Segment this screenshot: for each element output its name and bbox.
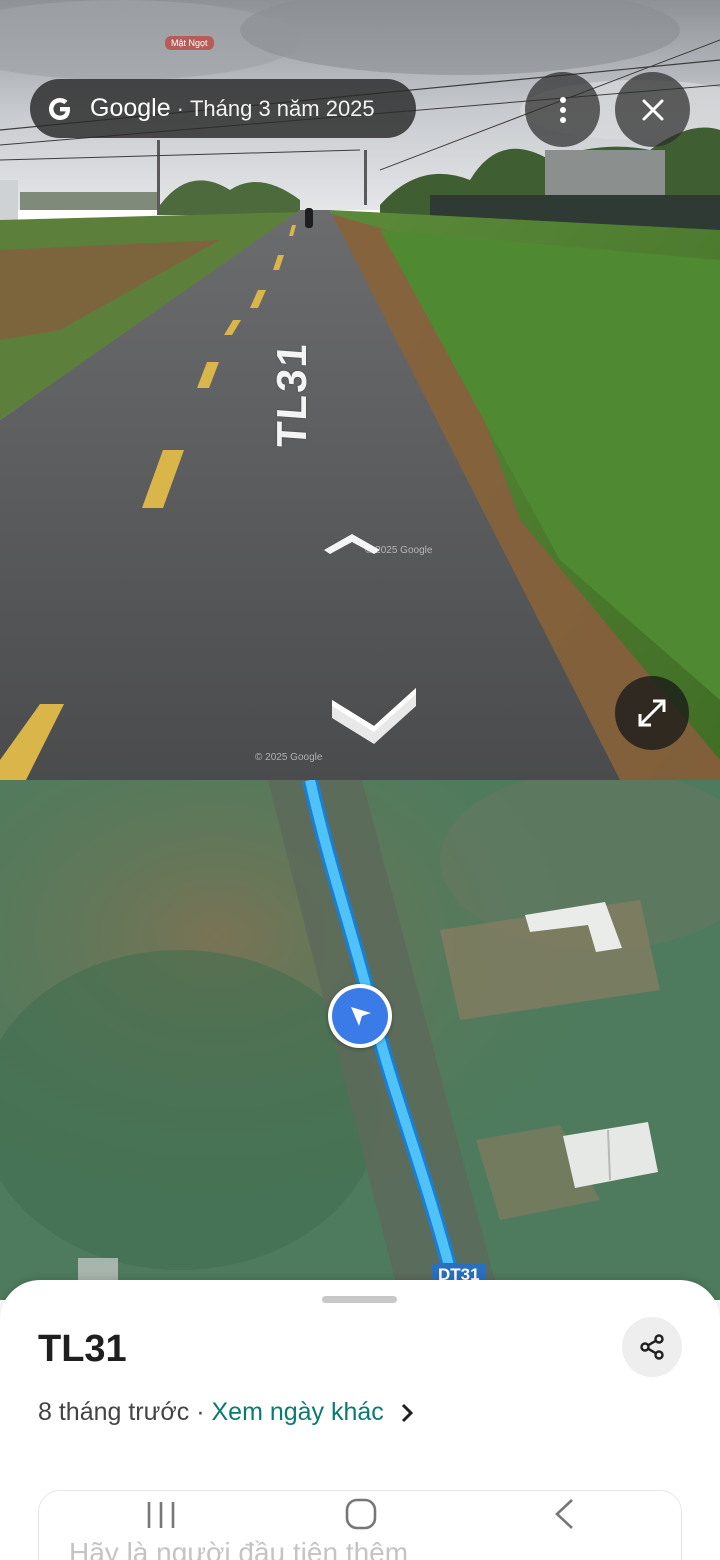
drag-handle[interactable] [322, 1296, 397, 1303]
chevron-right-icon[interactable] [400, 1403, 414, 1423]
close-icon [642, 99, 663, 120]
back-icon[interactable] [552, 1498, 576, 1535]
capture-info-pill[interactable]: Google · Tháng 3 năm 2025 [30, 79, 416, 138]
chevron-down-icon [332, 688, 416, 744]
brand-label: Google [90, 94, 171, 122]
copyright-text-2: © 2025 Google [255, 752, 323, 763]
direction-arrow-icon [351, 1007, 371, 1026]
google-g-icon [49, 97, 70, 120]
capture-age: 8 tháng trước [38, 1398, 190, 1426]
more-options-button[interactable] [525, 72, 600, 147]
share-button[interactable] [622, 1317, 682, 1377]
road-marking-label: TL31 [268, 339, 315, 450]
home-icon[interactable] [345, 1498, 377, 1535]
place-title: TL31 [38, 1328, 127, 1370]
expand-icon [638, 699, 666, 727]
watermark-badge: Mật Ngọt [165, 36, 214, 50]
capture-date: Tháng 3 năm 2025 [189, 95, 375, 121]
street-view-panorama[interactable]: Mật Ngọt Google · Tháng 3 năm 2025 TL31 [0, 0, 720, 780]
move-backward-arrow[interactable] [330, 684, 418, 753]
recent-apps-icon[interactable] [146, 1500, 176, 1535]
see-other-dates-link[interactable]: Xem ngày khác [211, 1398, 383, 1427]
more-vert-icon [559, 96, 566, 123]
capture-meta-row: 8 tháng trước · Xem ngày khác [38, 1398, 414, 1427]
close-button[interactable] [615, 72, 690, 147]
street-view-screen: Mật Ngọt Google · Tháng 3 năm 2025 TL31 [0, 0, 720, 1560]
system-navigation-bar [0, 1478, 720, 1560]
expand-button[interactable] [615, 676, 689, 750]
copyright-text: © 2025 Google [365, 545, 433, 556]
meta-separator: · [189, 1398, 212, 1426]
street-view-position-marker[interactable] [328, 984, 392, 1048]
separator: · [176, 95, 184, 121]
marker-inner [332, 988, 388, 1044]
share-icon [640, 1334, 664, 1360]
